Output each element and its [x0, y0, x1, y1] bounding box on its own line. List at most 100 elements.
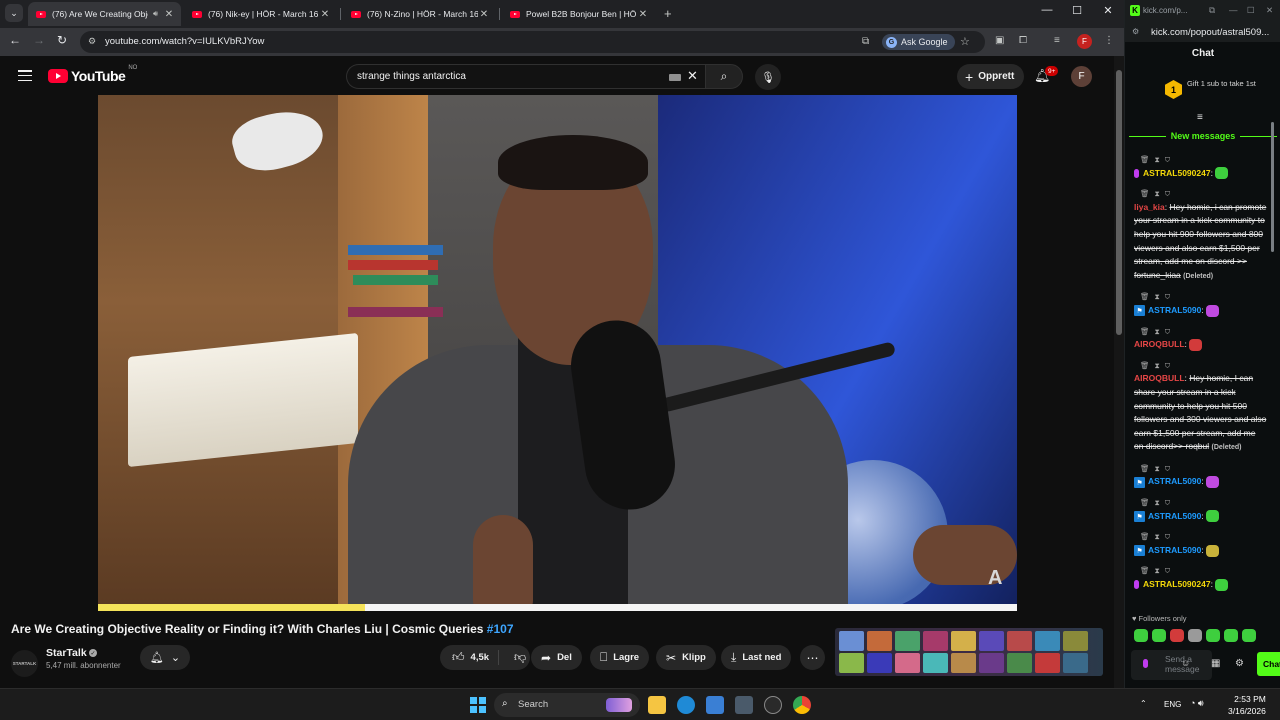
moderation-icons[interactable]: 🗑︎⧗⛉	[1140, 187, 1267, 201]
close-window-button[interactable]: ✕	[1093, 4, 1123, 17]
forward-arrow-icon[interactable]: →	[33, 33, 45, 47]
clear-search-icon[interactable]: ✕	[687, 68, 698, 84]
channel-name[interactable]: StarTalk	[46, 647, 87, 659]
moderation-icons[interactable]: 🗑︎⧗⛉	[1140, 564, 1267, 578]
chat-username[interactable]: liya_kia	[1134, 202, 1165, 212]
back-arrow-icon[interactable]: ←	[9, 33, 21, 47]
reload-icon[interactable]: ↻	[57, 33, 67, 47]
install-app-icon[interactable]: ⧉	[862, 36, 869, 47]
taskbar-search[interactable]: ⌕ Search	[494, 693, 640, 717]
chat-username[interactable]: AIROQBULL	[1134, 373, 1185, 383]
keyboard-icon[interactable]	[669, 74, 681, 81]
moderation-icons[interactable]: 🗑︎⧗⛉	[1140, 496, 1267, 510]
tab-close-icon[interactable]: ✕	[478, 9, 490, 20]
input-language[interactable]: ENG	[1164, 700, 1181, 709]
video-hashtag-link[interactable]: #107	[487, 622, 514, 636]
tab-active-video[interactable]: (76) Are We Creating Objective Reality o…	[28, 2, 181, 26]
moderation-icons[interactable]: 🗑︎⧗⛉	[1140, 153, 1267, 167]
maximize-button[interactable]: ☐	[1062, 4, 1092, 17]
kick-url[interactable]: kick.com/popout/astral509...	[1151, 27, 1269, 38]
quick-emote[interactable]	[1134, 629, 1148, 642]
chat-username[interactable]: ASTRAL5090247	[1143, 168, 1211, 178]
address-url[interactable]: youtube.com/watch?v=IULKVbRJYow	[105, 36, 264, 47]
address-bar[interactable]: ⚙︎ youtube.com/watch?v=IULKVbRJYow ⧉ G A…	[80, 31, 985, 53]
chat-send-button[interactable]: Chat	[1257, 652, 1280, 676]
browser-menu-icon[interactable]: ⋮	[1104, 35, 1114, 46]
minimize-button[interactable]: —	[1032, 4, 1062, 16]
subscription-bell-button[interactable]: 🔔︎ ⌄	[140, 645, 190, 670]
chrome-browser-icon[interactable]	[793, 696, 811, 714]
system-clock[interactable]: 2:53 PM 3/16/2026	[1228, 693, 1266, 717]
clip-button[interactable]: ✂ Klipp	[656, 645, 716, 670]
chat-emote[interactable]	[1206, 304, 1220, 317]
chat-emote[interactable]	[1206, 544, 1220, 557]
kick-maximize-button[interactable]: ☐	[1247, 5, 1255, 16]
video-player[interactable]: A	[98, 95, 1017, 611]
edge-browser-icon[interactable]	[677, 696, 695, 714]
quick-emote[interactable]	[1152, 629, 1166, 642]
chat-username[interactable]: ASTRAL5090247	[1143, 579, 1211, 589]
file-explorer-icon[interactable]	[648, 696, 666, 714]
promo-banner[interactable]	[835, 628, 1103, 676]
network-volume-icon[interactable]: ◔ 🔊︎	[1190, 698, 1204, 709]
save-button[interactable]: ⎕ Lagre	[590, 645, 650, 670]
scrollbar-thumb[interactable]	[1116, 70, 1122, 335]
tab-close-icon[interactable]: ✕	[637, 9, 649, 20]
site-info-icon[interactable]: ⚙︎	[88, 36, 100, 48]
new-messages-divider[interactable]: New messages	[1129, 131, 1278, 141]
tab-n-zino[interactable]: (76) N-Zino | HÖR - March 16 / 2026 ✕	[343, 3, 496, 25]
tray-overflow-icon[interactable]: ⌃	[1140, 699, 1147, 708]
filter-icon[interactable]: ≡	[1197, 112, 1203, 123]
chat-scrollbar-thumb[interactable]	[1271, 122, 1274, 252]
tab-close-icon[interactable]: ✕	[319, 9, 331, 20]
emote-picker-icon[interactable]: ☺	[1181, 658, 1190, 668]
extensions-icon[interactable]: ⧠	[1019, 35, 1027, 46]
tab-nik-ey[interactable]: (76) Nik-ey | HÖR - March 16 / 2026 ✕	[184, 3, 337, 25]
more-actions-button[interactable]: ⋯	[800, 645, 825, 670]
store-app-icon[interactable]	[706, 696, 724, 714]
chat-emote[interactable]	[1215, 578, 1229, 591]
tab-close-icon[interactable]: ✕	[163, 9, 175, 20]
moderation-icons[interactable]: 🗑︎⧗⛉	[1140, 325, 1267, 339]
tab-search-button[interactable]: ⌄	[5, 4, 23, 22]
hamburger-menu-icon[interactable]	[18, 70, 32, 81]
search-query[interactable]: strange things antarctica	[357, 71, 466, 82]
like-button[interactable]: 👍︎ 4,5k	[440, 650, 500, 665]
tab-groups-icon[interactable]: ▣	[995, 35, 1004, 46]
chat-emote[interactable]	[1206, 476, 1220, 489]
chat-emote[interactable]	[1206, 510, 1220, 523]
chat-message-input[interactable]: Send a message	[1131, 650, 1212, 680]
kick-minimize-button[interactable]: —	[1229, 5, 1238, 15]
bookmark-star-icon[interactable]: ☆	[960, 35, 970, 48]
windows-start-icon[interactable]	[470, 697, 486, 713]
chat-scrollbar[interactable]	[1270, 110, 1275, 686]
kick-address-bar[interactable]: ⚙︎ kick.com/popout/astral509...	[1125, 22, 1280, 42]
quick-emote[interactable]	[1224, 629, 1238, 642]
sub-gift-leaderboard[interactable]: 1 Gift 1 sub to take 1st	[1165, 80, 1257, 99]
gift-icon[interactable]: ▦	[1211, 658, 1220, 669]
ask-google-button[interactable]: G Ask Google	[882, 34, 955, 50]
tab-powel-b2b[interactable]: Powel B2B Bonjour Ben | HÖR - March 16 ✕	[502, 3, 655, 25]
video-progress-bar[interactable]	[98, 604, 1017, 611]
quick-emote[interactable]	[1188, 629, 1202, 642]
download-button[interactable]: ⤓ Last ned	[721, 645, 792, 670]
moderation-icons[interactable]: 🗑︎⧗⛉	[1140, 359, 1267, 373]
create-button[interactable]: + Opprett	[957, 64, 1025, 89]
chat-username[interactable]: ASTRAL5090	[1148, 511, 1201, 521]
moderation-icons[interactable]: 🗑︎⧗⛉	[1140, 290, 1267, 304]
quick-emote[interactable]	[1206, 629, 1220, 642]
kick-close-button[interactable]: ✕	[1266, 5, 1273, 16]
quick-emote[interactable]	[1242, 629, 1256, 642]
search-button[interactable]: ⌕	[705, 64, 743, 89]
moderation-icons[interactable]: 🗑︎⧗⛉	[1140, 530, 1267, 544]
quick-emote[interactable]	[1170, 629, 1184, 642]
steam-app-icon[interactable]	[764, 696, 782, 714]
channel-avatar[interactable]: STARTALK	[11, 650, 38, 677]
chat-username[interactable]: ASTRAL5090	[1148, 545, 1201, 555]
youtube-logo[interactable]: YouTube NO	[48, 65, 137, 84]
chat-username[interactable]: ASTRAL5090	[1148, 476, 1201, 486]
chat-emote[interactable]	[1189, 338, 1203, 351]
page-scrollbar[interactable]	[1114, 56, 1124, 688]
chat-username[interactable]: AIROQBULL	[1134, 339, 1185, 349]
account-avatar[interactable]: F	[1071, 66, 1092, 87]
